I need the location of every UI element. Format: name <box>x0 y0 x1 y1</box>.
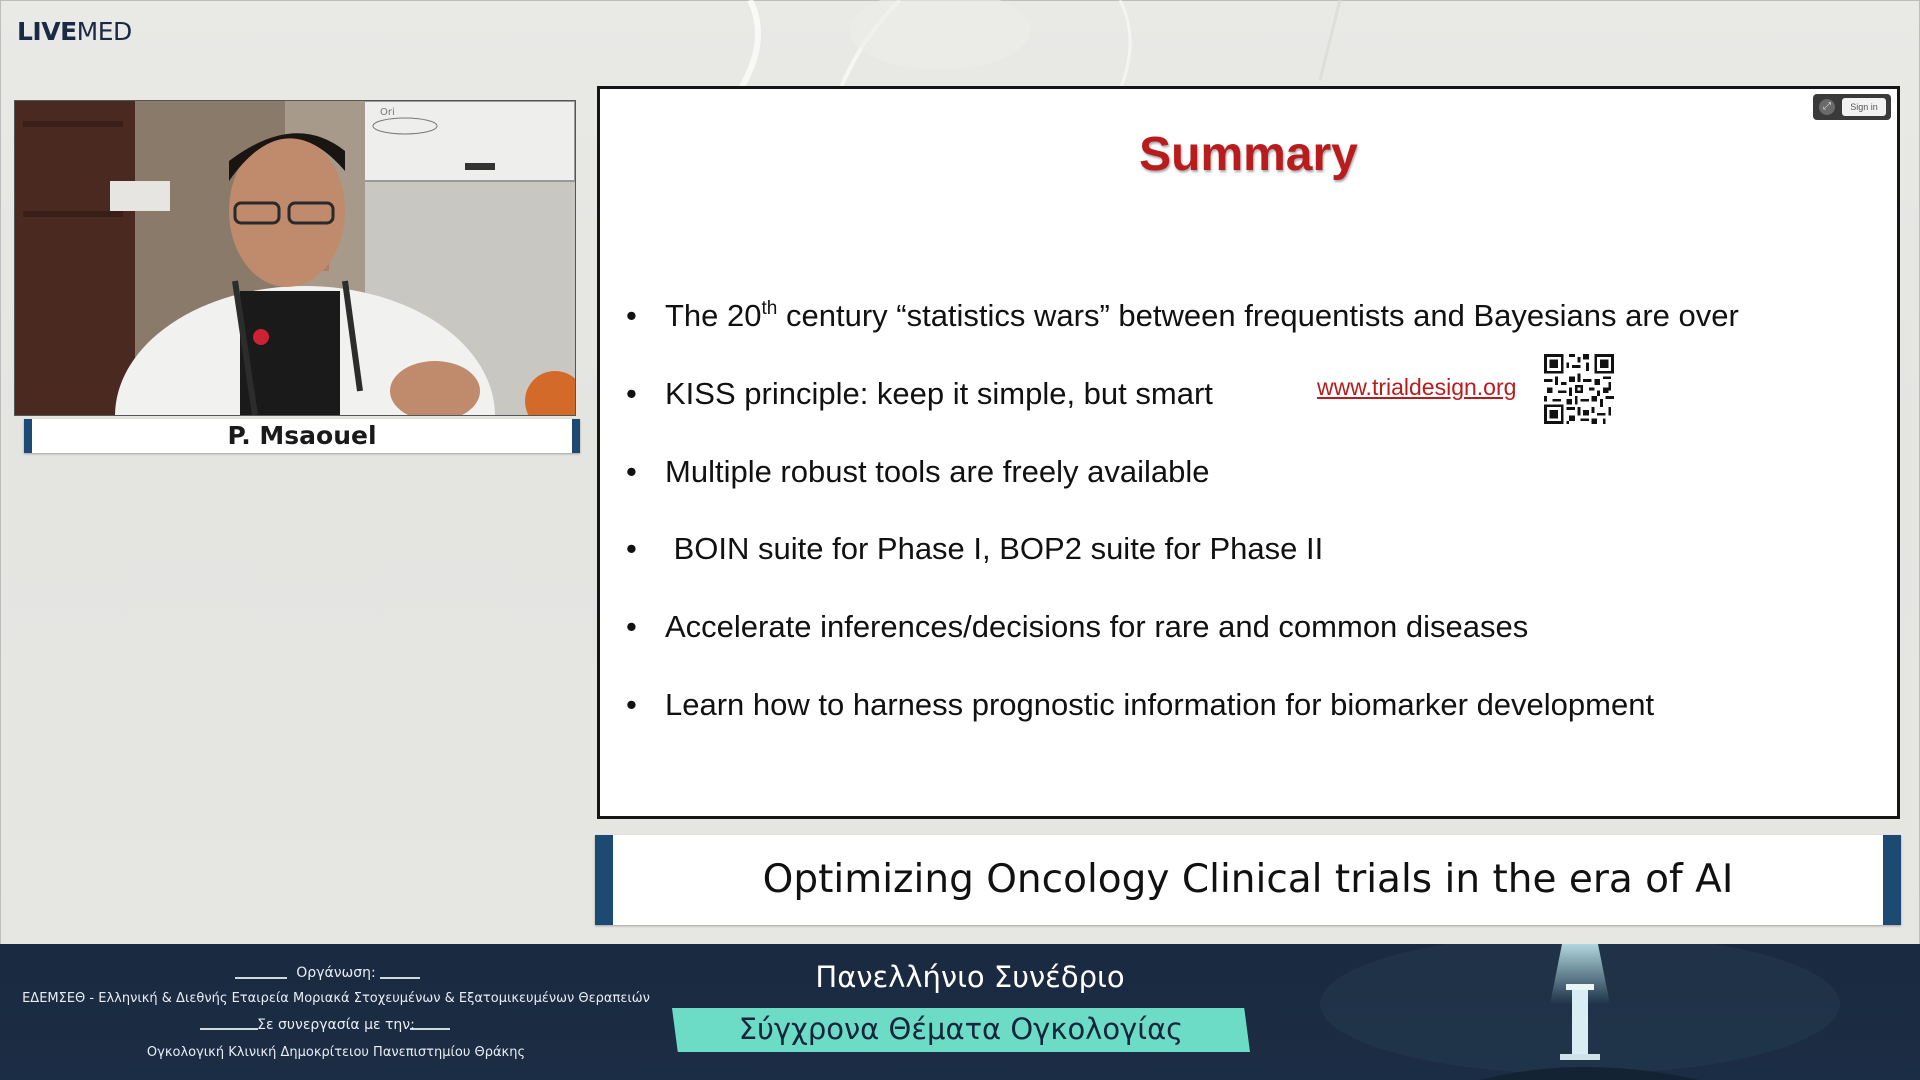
organizer-label: Οργάνωση: <box>296 965 376 981</box>
logo-med: MED <box>76 17 133 46</box>
bullet-superscript: th <box>761 298 778 319</box>
logo-live: LIVE <box>17 17 77 46</box>
qr-code-icon <box>1544 354 1614 424</box>
bullet-dot: • <box>626 609 637 644</box>
talk-title: Optimizing Oncology Clinical trials in t… <box>762 857 1734 902</box>
conference-title: Πανελλήνιο Συνέδριο <box>815 960 1125 994</box>
speaker-name: P. Msaouel <box>227 421 377 450</box>
collaborator-name: Ογκολογική Κλινική Δημοκρίτειου Πανεπιστ… <box>146 1045 526 1060</box>
bullet-dot: • <box>626 454 637 489</box>
collaboration-label: Σε συνεργασία με την: <box>257 1017 415 1033</box>
slide-title: Summary <box>1139 128 1358 181</box>
speaker-video: Ori <box>14 100 576 416</box>
speaker-nameplate: P. Msaouel <box>24 419 580 453</box>
talk-title-banner: Optimizing Oncology Clinical trials in t… <box>595 835 1901 925</box>
svg-text:Ori: Ori <box>380 107 395 118</box>
bullet-text: KISS principle: keep it simple, but smar… <box>665 376 1213 411</box>
bullet-text-post: century “statistics wars” between freque… <box>777 298 1739 333</box>
bullet-text: Multiple robust tools are freely availab… <box>665 454 1210 489</box>
conference-subtitle: Σύγχρονα Θέματα Ογκολογίας <box>738 1012 1184 1046</box>
bullet-dot: • <box>626 376 637 411</box>
bullet-text: Accelerate inferences/decisions for rare… <box>665 609 1529 644</box>
lighthouse-icon <box>1320 944 1840 1080</box>
bullet-dot: • <box>626 298 637 333</box>
bullet-text: The 20th century “statistics wars” betwe… <box>665 298 1739 334</box>
bullet-dot: • <box>626 531 637 566</box>
organizer-name: ΕΔΕΜΣΕΘ - Ελληνική & Διεθνής Εταιρεία Μο… <box>22 991 650 1006</box>
trialdesign-link[interactable]: www.trialdesign.org <box>1317 374 1516 401</box>
conference-footer: Οργάνωση: ΕΔΕΜΣΕΘ - Ελληνική & Διεθνής Ε… <box>0 944 1920 1080</box>
expand-icon[interactable]: ⤢ <box>1819 99 1835 115</box>
sign-in-button[interactable]: Sign in <box>1842 98 1886 116</box>
speaker-video-frame: Ori <box>15 101 575 415</box>
background-decoration <box>737 0 1342 90</box>
bullet-text-pre: The 20 <box>665 298 762 333</box>
bullet-text: BOIN suite for Phase I, BOP2 suite for P… <box>665 531 1324 566</box>
bullet-text: Learn how to harness prognostic informat… <box>665 687 1655 722</box>
presentation-slide: ⤢ Sign in Summary • The 20th century “st… <box>597 86 1900 819</box>
slide-controls: ⤢ Sign in <box>1813 94 1891 120</box>
livemed-logo: LIVEMED <box>17 17 132 46</box>
bullet-dot: • <box>626 687 637 722</box>
